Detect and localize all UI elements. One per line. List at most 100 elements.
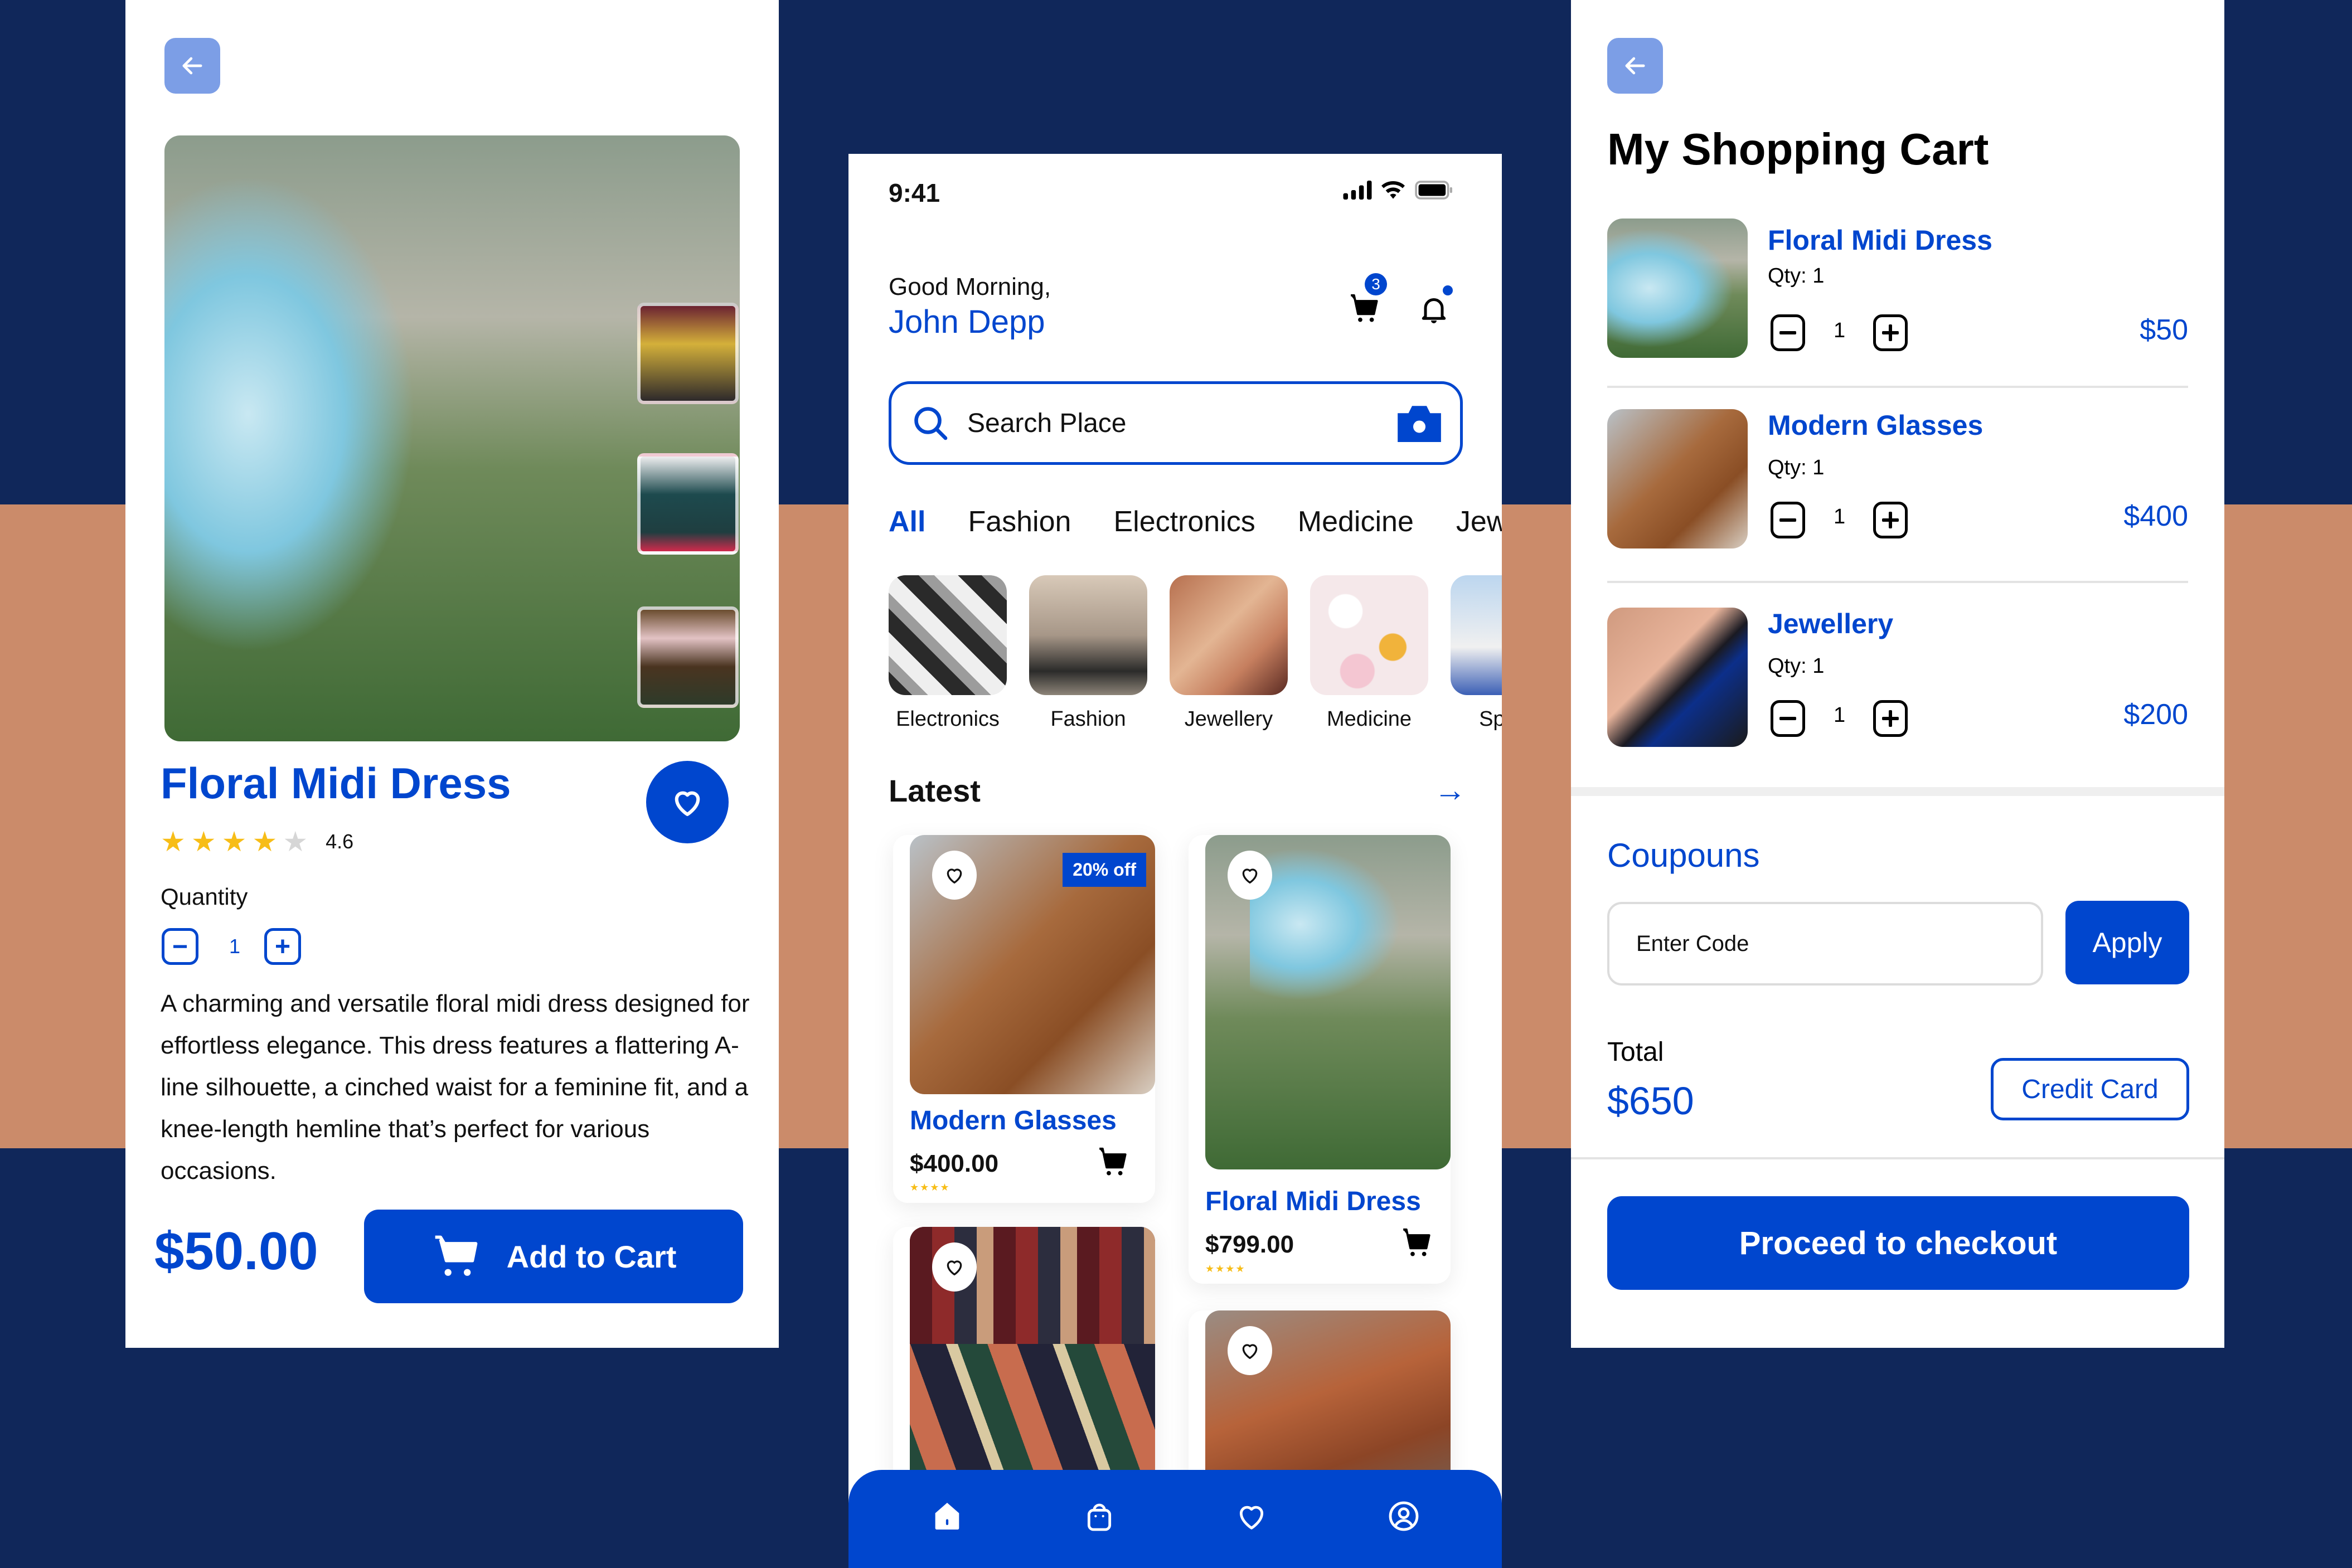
gallery-thumbnail[interactable] <box>637 303 739 404</box>
apply-coupon-button[interactable]: Apply <box>2065 901 2189 984</box>
category-image <box>1310 575 1428 695</box>
quantity-value: 1 <box>229 935 241 958</box>
category-fashion[interactable]: Fashion <box>1029 575 1147 731</box>
back-button[interactable] <box>1607 38 1663 94</box>
back-button[interactable] <box>164 38 220 94</box>
status-time: 9:41 <box>889 178 940 207</box>
minus-icon: − <box>172 931 188 962</box>
product-stars: ★★★★ <box>1205 1263 1246 1274</box>
favorite-button[interactable] <box>1228 851 1272 900</box>
cart-item-qty: 1 <box>1834 319 1846 342</box>
product-name: Modern Glasses <box>910 1106 1117 1135</box>
plus-icon: + <box>274 931 291 962</box>
decrease-quantity-button[interactable]: − <box>162 928 198 965</box>
search-bar <box>889 381 1463 465</box>
plus-icon <box>1882 710 1899 727</box>
increase-quantity-button[interactable]: + <box>264 928 301 965</box>
star-empty-icon: ★ <box>283 826 308 857</box>
search-input[interactable] <box>967 407 1398 439</box>
heart-icon <box>1239 1506 1263 1530</box>
section-divider <box>1571 787 2224 796</box>
decrease-quantity-button[interactable] <box>1771 314 1805 351</box>
category-image <box>1451 575 1502 695</box>
divider <box>1607 581 2188 583</box>
increase-quantity-button[interactable] <box>1873 314 1908 351</box>
category-medicine[interactable]: Medicine <box>1310 575 1428 731</box>
cart-item: Floral Midi Dress Qty: 1 1 $50 <box>1607 219 2188 363</box>
product-name: Floral Midi Dress <box>1205 1187 1421 1216</box>
favorite-button[interactable] <box>932 851 977 900</box>
increase-quantity-button[interactable] <box>1873 502 1908 538</box>
minus-icon <box>1779 518 1796 522</box>
product-detail-screen: Floral Midi Dress ★ ★ ★ ★ ★ 4.6 Quantity… <box>125 0 779 1348</box>
category-jewellery[interactable]: Jewellery <box>1170 575 1288 731</box>
checkout-button[interactable]: Proceed to checkout <box>1607 1196 2189 1290</box>
tab-medicine[interactable]: Medicine <box>1298 505 1414 538</box>
tab-electronics[interactable]: Electronics <box>1113 505 1255 538</box>
signal-icon <box>1343 181 1372 200</box>
star-filled-icon: ★ <box>161 826 186 857</box>
decrease-quantity-button[interactable] <box>1771 700 1805 737</box>
favorite-button[interactable] <box>932 1242 977 1292</box>
product-image <box>1205 835 1451 1169</box>
minus-icon <box>1779 331 1796 334</box>
payment-method-button[interactable]: Credit Card <box>1991 1058 2189 1120</box>
cart-item-image <box>1607 608 1748 747</box>
bag-icon <box>1087 1503 1111 1531</box>
cart-button[interactable]: 3 <box>1348 273 1387 327</box>
nav-shop[interactable] <box>1074 1491 1124 1541</box>
increase-quantity-button[interactable] <box>1873 700 1908 737</box>
tab-fashion[interactable]: Fashion <box>968 505 1071 538</box>
tab-jewellery[interactable]: Jewellery <box>1456 505 1502 538</box>
product-title: Floral Midi Dress <box>161 759 511 808</box>
category-label: Fashion <box>1050 707 1126 731</box>
category-label: Jewellery <box>1184 707 1273 731</box>
page-title: My Shopping Cart <box>1607 124 1989 174</box>
cart-item-price: $200 <box>2123 698 2188 731</box>
shopping-cart-screen: My Shopping Cart Floral Midi Dress Qty: … <box>1571 0 2224 1348</box>
cart-item: Modern Glasses Qty: 1 1 $400 <box>1607 409 2188 554</box>
gallery-thumbnail[interactable] <box>637 453 739 555</box>
divider <box>1607 386 2188 388</box>
camera-icon[interactable] <box>1398 404 1441 442</box>
category-electronics[interactable]: Electronics <box>889 575 1007 731</box>
heart-icon <box>1242 1344 1258 1359</box>
nav-home[interactable] <box>922 1491 972 1541</box>
product-price: $400.00 <box>910 1150 999 1177</box>
tab-all[interactable]: All <box>889 505 925 538</box>
search-icon <box>914 407 948 440</box>
favorite-button[interactable] <box>646 761 729 843</box>
cart-icon <box>1403 1228 1430 1256</box>
favorite-button[interactable] <box>1228 1326 1272 1375</box>
nav-profile[interactable] <box>1379 1491 1429 1541</box>
coupon-code-input[interactable] <box>1607 902 2043 986</box>
product-description: A charming and versatile floral midi dre… <box>161 990 750 1185</box>
product-card[interactable]: Floral Midi Dress $799.00 ★★★★ <box>1189 835 1451 1284</box>
cart-item-image <box>1607 219 1748 358</box>
star-rating: ★ ★ ★ ★ ★ 4.6 <box>161 828 353 856</box>
product-price: $799.00 <box>1205 1231 1294 1258</box>
gallery-thumbnail[interactable] <box>637 606 739 708</box>
notifications-button[interactable] <box>1417 285 1456 330</box>
see-all-arrow-icon[interactable]: → <box>1434 771 1466 809</box>
cart-item-qty-label: Qty: 1 <box>1768 456 1825 479</box>
product-card[interactable] <box>893 1227 1155 1506</box>
status-icons <box>1342 181 1454 200</box>
add-to-cart-button[interactable]: Add to Cart <box>364 1210 743 1303</box>
category-image <box>1170 575 1288 695</box>
product-card[interactable]: 20% off Modern Glasses $400.00 ★★★★ <box>893 835 1155 1203</box>
cart-item-name: Modern Glasses <box>1768 410 1984 441</box>
add-to-cart-button[interactable] <box>1400 1225 1435 1263</box>
decrease-quantity-button[interactable] <box>1771 502 1805 538</box>
wifi-icon <box>1381 181 1405 199</box>
category-sports[interactable]: Sports <box>1451 575 1502 731</box>
cart-item-name: Floral Midi Dress <box>1768 225 1992 256</box>
nav-favorites[interactable] <box>1226 1491 1277 1541</box>
cart-item-image <box>1607 409 1748 548</box>
latest-heading: Latest <box>889 773 981 808</box>
add-to-cart-button[interactable] <box>1097 1144 1131 1182</box>
category-label: Medicine <box>1326 707 1412 731</box>
notification-dot <box>1443 285 1453 295</box>
greeting-text: Good Morning, <box>889 273 1051 300</box>
discount-badge: 20% off <box>1063 853 1146 887</box>
